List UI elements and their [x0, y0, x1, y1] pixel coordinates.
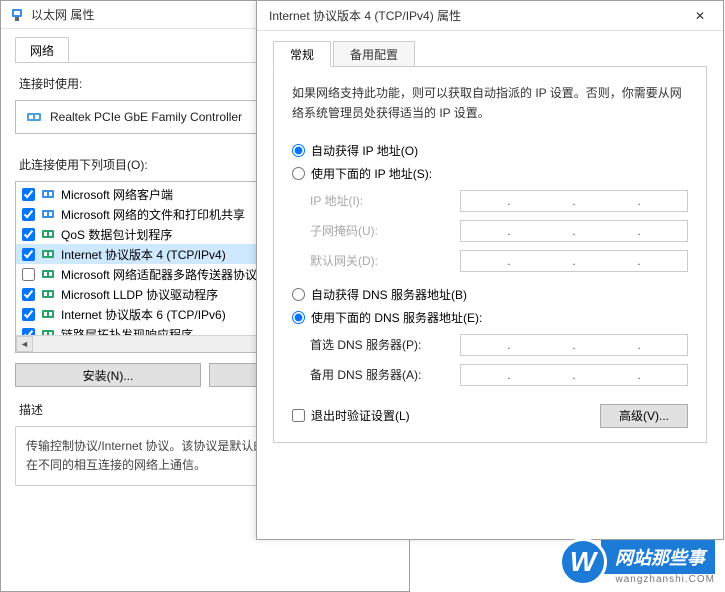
watermark-sub: wangzhanshi.COM [616, 574, 715, 585]
info-text: 如果网络支持此功能，则可以获取自动指派的 IP 设置。否则，你需要从网络系统管理… [292, 83, 688, 124]
dns2-label: 备用 DNS 服务器(A): [310, 366, 460, 383]
tab-general[interactable]: 常规 [273, 41, 331, 67]
client-icon [41, 207, 55, 221]
protocol-checkbox[interactable] [22, 248, 35, 261]
protocol-icon [41, 287, 55, 301]
front-window-title: Internet 协议版本 4 (TCP/IPv4) 属性 [269, 7, 677, 24]
protocol-label: Internet 协议版本 4 (TCP/IPv4) [61, 246, 226, 263]
protocol-label: Microsoft 网络适配器多路传送器协议 [61, 266, 257, 283]
nic-icon [26, 109, 42, 125]
ip-address-input: ... [460, 190, 688, 212]
validate-checkbox-row[interactable]: 退出时验证设置(L) [292, 407, 410, 424]
radio-auto-dns-label: 自动获得 DNS 服务器地址(B) [311, 286, 467, 303]
protocol-checkbox[interactable] [22, 288, 35, 301]
install-button[interactable]: 安装(N)... [15, 363, 201, 387]
adapter-name: Realtek PCIe GbE Family Controller [50, 110, 242, 124]
protocol-label: Microsoft LLDP 协议驱动程序 [61, 286, 218, 303]
radio-manual-dns-input[interactable] [292, 311, 305, 324]
subnet-mask-label: 子网掩码(U): [310, 222, 460, 239]
watermark-badge: W [559, 538, 607, 586]
scroll-left-arrow[interactable]: ◄ [16, 336, 33, 352]
ip-address-label: IP 地址(I): [310, 192, 460, 209]
close-button[interactable]: ✕ [677, 1, 723, 31]
back-window-title: 以太网 属性 [31, 6, 94, 23]
protocol-label: Microsoft 网络的文件和打印机共享 [61, 206, 245, 223]
validate-checkbox[interactable] [292, 409, 305, 422]
radio-manual-ip[interactable]: 使用下面的 IP 地址(S): [292, 165, 688, 182]
protocol-checkbox[interactable] [22, 208, 35, 221]
radio-auto-ip[interactable]: 自动获得 IP 地址(O) [292, 142, 688, 159]
dns2-input[interactable]: ... [460, 364, 688, 386]
radio-auto-dns[interactable]: 自动获得 DNS 服务器地址(B) [292, 286, 688, 303]
radio-auto-dns-input[interactable] [292, 288, 305, 301]
gateway-input: ... [460, 250, 688, 272]
radio-manual-ip-input[interactable] [292, 167, 305, 180]
protocol-checkbox[interactable] [22, 308, 35, 321]
ipv4-properties-window: Internet 协议版本 4 (TCP/IPv4) 属性 ✕ 常规 备用配置 … [256, 0, 724, 540]
tab-alternate-config[interactable]: 备用配置 [333, 41, 415, 66]
protocol-checkbox[interactable] [22, 228, 35, 241]
ethernet-icon [9, 7, 25, 23]
protocol-icon [41, 247, 55, 261]
radio-manual-dns-label: 使用下面的 DNS 服务器地址(E): [311, 309, 482, 326]
gateway-label: 默认网关(D): [310, 252, 460, 269]
protocol-icon [41, 307, 55, 321]
dns1-label: 首选 DNS 服务器(P): [310, 336, 460, 353]
service-icon [41, 227, 55, 241]
protocol-checkbox[interactable] [22, 268, 35, 281]
protocol-checkbox[interactable] [22, 188, 35, 201]
protocol-label: QoS 数据包计划程序 [61, 226, 172, 243]
front-tab-strip: 常规 备用配置 [273, 41, 707, 67]
radio-auto-ip-input[interactable] [292, 144, 305, 157]
dns1-input[interactable]: ... [460, 334, 688, 356]
validate-label: 退出时验证设置(L) [311, 407, 410, 424]
advanced-button[interactable]: 高级(V)... [600, 404, 688, 428]
radio-manual-dns[interactable]: 使用下面的 DNS 服务器地址(E): [292, 309, 688, 326]
radio-manual-ip-label: 使用下面的 IP 地址(S): [311, 165, 432, 182]
radio-auto-ip-label: 自动获得 IP 地址(O) [311, 142, 418, 159]
protocol-label: Microsoft 网络客户端 [61, 186, 173, 203]
tab-network[interactable]: 网络 [15, 37, 69, 62]
protocol-label: Internet 协议版本 6 (TCP/IPv6) [61, 306, 226, 323]
client-icon [41, 187, 55, 201]
watermark-text: 网站那些事 [601, 540, 715, 574]
protocol-icon [41, 267, 55, 281]
subnet-mask-input: ... [460, 220, 688, 242]
close-icon: ✕ [695, 9, 705, 23]
watermark: W 网站那些事 wangzhanshi.COM [559, 538, 715, 586]
front-titlebar: Internet 协议版本 4 (TCP/IPv4) 属性 ✕ [257, 1, 723, 31]
